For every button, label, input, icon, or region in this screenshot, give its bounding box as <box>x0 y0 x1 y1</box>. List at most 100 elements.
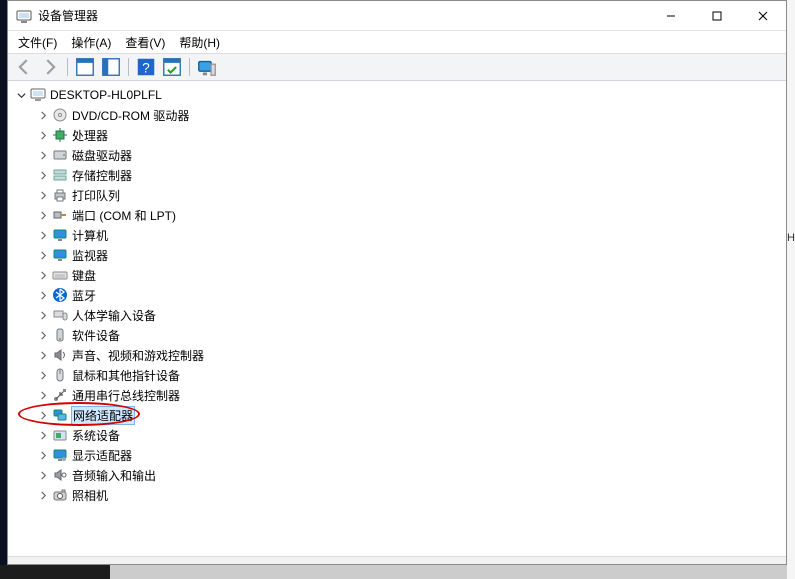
chevron-right-icon[interactable] <box>36 428 50 442</box>
chevron-right-icon[interactable] <box>36 108 50 122</box>
toolbar-devices-button[interactable] <box>195 56 219 78</box>
tree-node-label: 网络适配器 <box>72 407 134 424</box>
toolbar-back-button[interactable] <box>12 56 36 78</box>
device-tree[interactable]: DESKTOP-HL0PLFL DVD/CD-ROM 驱动器处理器磁盘驱动器存储控… <box>8 81 786 564</box>
tree-node-label: 显示适配器 <box>72 447 132 464</box>
disc-icon <box>52 107 68 123</box>
chevron-right-icon[interactable] <box>36 168 50 182</box>
toolbar-separator <box>128 58 129 76</box>
chevron-right-icon[interactable] <box>36 288 50 302</box>
tree-root-node[interactable]: DESKTOP-HL0PLFL <box>8 85 786 105</box>
tree-node-label: 磁盘驱动器 <box>72 147 132 164</box>
tree-node-label: 鼠标和其他指针设备 <box>72 367 180 384</box>
chevron-right-icon[interactable] <box>36 268 50 282</box>
tree-node-cpu[interactable]: 处理器 <box>8 125 786 145</box>
tree-node-label: DVD/CD-ROM 驱动器 <box>72 107 189 124</box>
chevron-right-icon[interactable] <box>36 348 50 362</box>
chevron-right-icon[interactable] <box>36 188 50 202</box>
tree-node-ports[interactable]: 端口 (COM 和 LPT) <box>8 205 786 225</box>
tree-node-label: 计算机 <box>72 227 108 244</box>
toolbar-scan-hardware-button[interactable] <box>160 56 184 78</box>
tree-node-keyboard[interactable]: 键盘 <box>8 265 786 285</box>
chevron-right-icon[interactable] <box>36 328 50 342</box>
tree-root-label: DESKTOP-HL0PLFL <box>50 88 162 102</box>
tree-node-monitor[interactable]: 监视器 <box>8 245 786 265</box>
chevron-right-icon[interactable] <box>36 468 50 482</box>
tree-node-software[interactable]: 软件设备 <box>8 325 786 345</box>
toolbar-separator <box>189 58 190 76</box>
menu-help[interactable]: 帮助(H) <box>179 34 220 51</box>
menu-file[interactable]: 文件(F) <box>18 34 57 51</box>
software-icon <box>52 327 68 343</box>
hid-icon <box>52 307 68 323</box>
usb-icon <box>52 387 68 403</box>
audio-io-icon <box>52 467 68 483</box>
mouse-icon <box>52 367 68 383</box>
tree-node-camera[interactable]: 照相机 <box>8 485 786 505</box>
tree-node-label: 人体学输入设备 <box>72 307 156 324</box>
chevron-right-icon[interactable] <box>36 368 50 382</box>
tree-node-usb[interactable]: 通用串行总线控制器 <box>8 385 786 405</box>
close-button[interactable] <box>740 1 786 30</box>
tree-node-system[interactable]: 系统设备 <box>8 425 786 445</box>
tree-node-label: 照相机 <box>72 487 108 504</box>
tree-node-disk[interactable]: 磁盘驱动器 <box>8 145 786 165</box>
minimize-button[interactable] <box>648 1 694 30</box>
tree-node-sound[interactable]: 声音、视频和游戏控制器 <box>8 345 786 365</box>
port-icon <box>52 207 68 223</box>
tree-node-dvd[interactable]: DVD/CD-ROM 驱动器 <box>8 105 786 125</box>
tree-node-network[interactable]: 网络适配器 <box>8 405 786 425</box>
chip-icon <box>52 127 68 143</box>
chevron-down-icon[interactable] <box>14 88 28 102</box>
tree-node-label: 声音、视频和游戏控制器 <box>72 347 204 364</box>
computer-root-icon <box>30 87 46 103</box>
tree-node-audioio[interactable]: 音频输入和输出 <box>8 465 786 485</box>
monitor-icon <box>52 227 68 243</box>
toolbar-help-button[interactable]: ? <box>134 56 158 78</box>
toolbar: ? <box>8 53 786 81</box>
tree-node-computer[interactable]: 计算机 <box>8 225 786 245</box>
tree-node-print[interactable]: 打印队列 <box>8 185 786 205</box>
display-adapter-icon <box>52 447 68 463</box>
tree-node-display[interactable]: 显示适配器 <box>8 445 786 465</box>
tree-node-hid[interactable]: 人体学输入设备 <box>8 305 786 325</box>
tree-node-label: 键盘 <box>72 267 96 284</box>
chevron-right-icon[interactable] <box>36 208 50 222</box>
chevron-right-icon[interactable] <box>36 408 50 422</box>
tree-node-label: 监视器 <box>72 247 108 264</box>
tree-node-label: 处理器 <box>72 127 108 144</box>
tree-node-label: 软件设备 <box>72 327 120 344</box>
toolbar-forward-button[interactable] <box>38 56 62 78</box>
tree-node-mouse[interactable]: 鼠标和其他指针设备 <box>8 365 786 385</box>
printer-icon <box>52 187 68 203</box>
network-icon <box>52 407 68 423</box>
toolbar-properties-pane-button[interactable] <box>73 56 97 78</box>
toolbar-details-pane-button[interactable] <box>99 56 123 78</box>
chevron-right-icon[interactable] <box>36 388 50 402</box>
menu-view[interactable]: 查看(V) <box>125 34 165 51</box>
chevron-right-icon[interactable] <box>36 148 50 162</box>
keyboard-icon <box>52 267 68 283</box>
chevron-right-icon[interactable] <box>36 248 50 262</box>
tree-node-label: 存储控制器 <box>72 167 132 184</box>
chevron-right-icon[interactable] <box>36 128 50 142</box>
titlebar[interactable]: 设备管理器 <box>8 1 786 31</box>
tree-node-bluetooth[interactable]: 蓝牙 <box>8 285 786 305</box>
chevron-right-icon[interactable] <box>36 308 50 322</box>
menu-action[interactable]: 操作(A) <box>71 34 111 51</box>
tree-node-label: 端口 (COM 和 LPT) <box>72 207 176 224</box>
chevron-right-icon[interactable] <box>36 488 50 502</box>
chevron-right-icon[interactable] <box>36 228 50 242</box>
speaker-icon <box>52 347 68 363</box>
monitor-icon <box>52 247 68 263</box>
tree-node-label: 系统设备 <box>72 427 120 444</box>
bluetooth-icon <box>52 287 68 303</box>
system-icon <box>52 427 68 443</box>
chevron-right-icon[interactable] <box>36 448 50 462</box>
cropped-background-letter: H <box>787 232 795 244</box>
tree-node-label: 音频输入和输出 <box>72 467 156 484</box>
hdd-icon <box>52 147 68 163</box>
svg-text:?: ? <box>142 61 150 76</box>
maximize-button[interactable] <box>694 1 740 30</box>
tree-node-storage[interactable]: 存储控制器 <box>8 165 786 185</box>
